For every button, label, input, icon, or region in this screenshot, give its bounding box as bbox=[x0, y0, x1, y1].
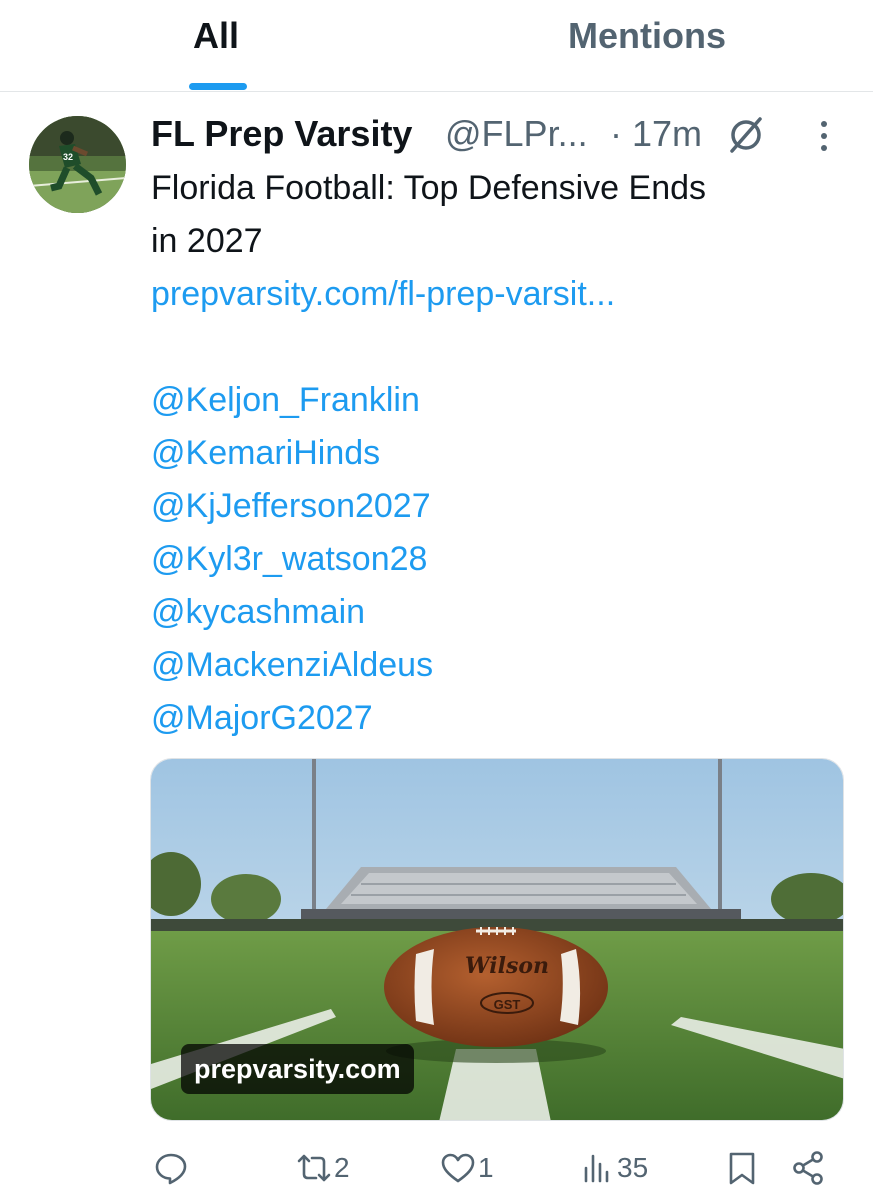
mention-link[interactable]: @MackenziAldeus bbox=[151, 639, 841, 692]
ball-mark-text: GST bbox=[494, 997, 521, 1012]
mention-link[interactable]: @kycashmain bbox=[151, 586, 841, 639]
mention-link[interactable]: @KemariHinds bbox=[151, 427, 841, 480]
tab-all[interactable]: All bbox=[193, 14, 239, 58]
post-text-line: Florida Football: Top Defensive Ends bbox=[151, 169, 707, 207]
author-name[interactable]: FL Prep Varsity bbox=[151, 110, 412, 158]
views-icon bbox=[584, 1154, 609, 1183]
repost-icon bbox=[297, 1154, 331, 1182]
reply-icon bbox=[155, 1153, 187, 1185]
mention-link[interactable]: @KjJefferson2027 bbox=[151, 480, 841, 533]
like-count: 1 bbox=[478, 1152, 494, 1183]
repost-button[interactable]: 2 bbox=[296, 1146, 350, 1190]
post-header: FL Prep Varsity @FLPr... · 17m bbox=[151, 110, 871, 158]
avatar[interactable]: 32 bbox=[29, 116, 126, 213]
svg-text:32: 32 bbox=[63, 152, 73, 162]
repost-count: 2 bbox=[334, 1152, 350, 1183]
mention-link[interactable]: @Keljon_Franklin bbox=[151, 374, 841, 427]
share-button[interactable] bbox=[790, 1146, 826, 1190]
post-text-line: in 2027 bbox=[151, 222, 263, 260]
reply-button[interactable] bbox=[153, 1146, 191, 1190]
author-handle[interactable]: @FLPr... bbox=[445, 110, 588, 158]
bookmark-button[interactable] bbox=[724, 1146, 760, 1190]
post-action-bar: 2 1 35 bbox=[0, 1140, 873, 1196]
grok-icon[interactable] bbox=[726, 115, 766, 155]
like-button[interactable]: 1 bbox=[440, 1146, 494, 1190]
bookmark-icon bbox=[729, 1152, 755, 1185]
views-button[interactable]: 35 bbox=[579, 1146, 648, 1190]
tab-bar: All Mentions bbox=[0, 0, 873, 92]
post-text: Florida Football: Top Defensive Ends in … bbox=[151, 162, 841, 745]
link-card-image[interactable]: Wilson GST prepvarsity.com bbox=[150, 758, 844, 1121]
share-icon bbox=[793, 1151, 823, 1185]
post-time[interactable]: · 17m bbox=[610, 110, 702, 158]
selected-tab-indicator bbox=[189, 83, 247, 90]
tab-mentions[interactable]: Mentions bbox=[568, 14, 726, 58]
views-count: 35 bbox=[617, 1152, 649, 1183]
mention-link[interactable]: @Kyl3r_watson28 bbox=[151, 533, 841, 586]
ball-brand-text: Wilson bbox=[465, 953, 549, 979]
avatar-image: 32 bbox=[29, 116, 126, 213]
mention-link[interactable]: @MajorG2027 bbox=[151, 692, 841, 745]
more-vertical-icon[interactable] bbox=[812, 118, 836, 154]
link-card-domain: prepvarsity.com bbox=[181, 1044, 414, 1094]
article-link[interactable]: prepvarsity.com/fl-prep-varsit... bbox=[151, 268, 841, 321]
heart-icon bbox=[441, 1153, 475, 1183]
